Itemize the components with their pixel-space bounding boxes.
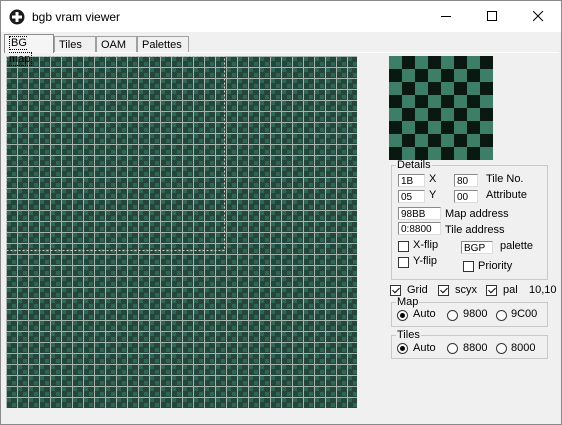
x-value-field[interactable]: 1B: [398, 174, 425, 187]
tab-bg-map-label: BG map: [9, 36, 33, 66]
tiles-legend: Tiles: [397, 329, 420, 341]
tiles-8000-label: 8000: [511, 342, 536, 354]
y-flip-checkbox[interactable]: [398, 257, 409, 268]
scyx-checkbox[interactable]: [438, 285, 449, 296]
tab-palettes[interactable]: Palettes: [137, 36, 189, 52]
tab-tiles-label: Tiles: [59, 39, 82, 51]
vram-viewer-window: bgb vram viewer BG map Tiles OAM Palette…: [0, 0, 562, 425]
map-address-label: Map address: [445, 208, 509, 220]
minimize-icon: [441, 16, 451, 17]
tile-address-field[interactable]: 0:8800: [398, 222, 441, 235]
map-9c00-label: 9C00: [511, 308, 538, 320]
tiles-8800-label: 8800: [463, 342, 488, 354]
map-address-field[interactable]: 98BB: [398, 207, 441, 220]
x-label: X: [429, 173, 437, 185]
gamepad-icon: [9, 9, 25, 25]
palette-field[interactable]: BGP: [461, 241, 493, 254]
tile-address-label: Tile address: [445, 224, 505, 236]
tab-palettes-label: Palettes: [142, 39, 182, 51]
minimize-button[interactable]: [423, 1, 469, 32]
title-bar: bgb vram viewer: [1, 1, 561, 32]
tab-bg-map[interactable]: BG map: [4, 34, 54, 66]
x-flip-checkbox[interactable]: [398, 241, 409, 252]
map-legend: Map: [397, 296, 419, 308]
y-label: Y: [429, 189, 437, 201]
map-auto-radio[interactable]: [397, 310, 408, 321]
tiles-auto-radio[interactable]: [397, 343, 408, 354]
map-auto-label: Auto: [413, 308, 436, 320]
details-legend: Details: [397, 159, 431, 171]
map-9800-radio[interactable]: [447, 310, 458, 321]
maximize-button[interactable]: [469, 1, 515, 32]
tile-no-field[interactable]: 80: [454, 174, 478, 187]
map-9c00-radio[interactable]: [496, 310, 507, 321]
tab-oam[interactable]: OAM: [96, 36, 137, 52]
priority-checkbox[interactable]: [463, 261, 474, 272]
attribute-field[interactable]: 00: [454, 190, 478, 203]
tile-no-label: Tile No.: [486, 173, 524, 185]
tab-oam-label: OAM: [101, 39, 127, 51]
grid-checkbox[interactable]: [390, 285, 401, 296]
tiles-8800-radio[interactable]: [447, 343, 458, 354]
attribute-label: Attribute: [486, 189, 527, 201]
tile-preview: [389, 56, 493, 160]
bg-map-view[interactable]: [6, 56, 357, 408]
pal-checkbox[interactable]: [486, 285, 497, 296]
tab-tiles[interactable]: Tiles: [54, 36, 96, 52]
y-flip-label: Y-flip: [413, 255, 438, 267]
x-flip-label: X-flip: [413, 239, 439, 251]
palette-label: palette: [500, 240, 534, 252]
tiles-8000-radio[interactable]: [496, 343, 507, 354]
tiles-auto-label: Auto: [413, 342, 436, 354]
close-button[interactable]: [515, 1, 561, 32]
close-icon: [533, 11, 544, 22]
maximize-icon: [487, 11, 497, 21]
y-value-field[interactable]: 05: [398, 190, 425, 203]
map-9800-label: 9800: [463, 308, 488, 320]
priority-label: Priority: [478, 260, 513, 272]
window-title: bgb vram viewer: [32, 10, 121, 24]
